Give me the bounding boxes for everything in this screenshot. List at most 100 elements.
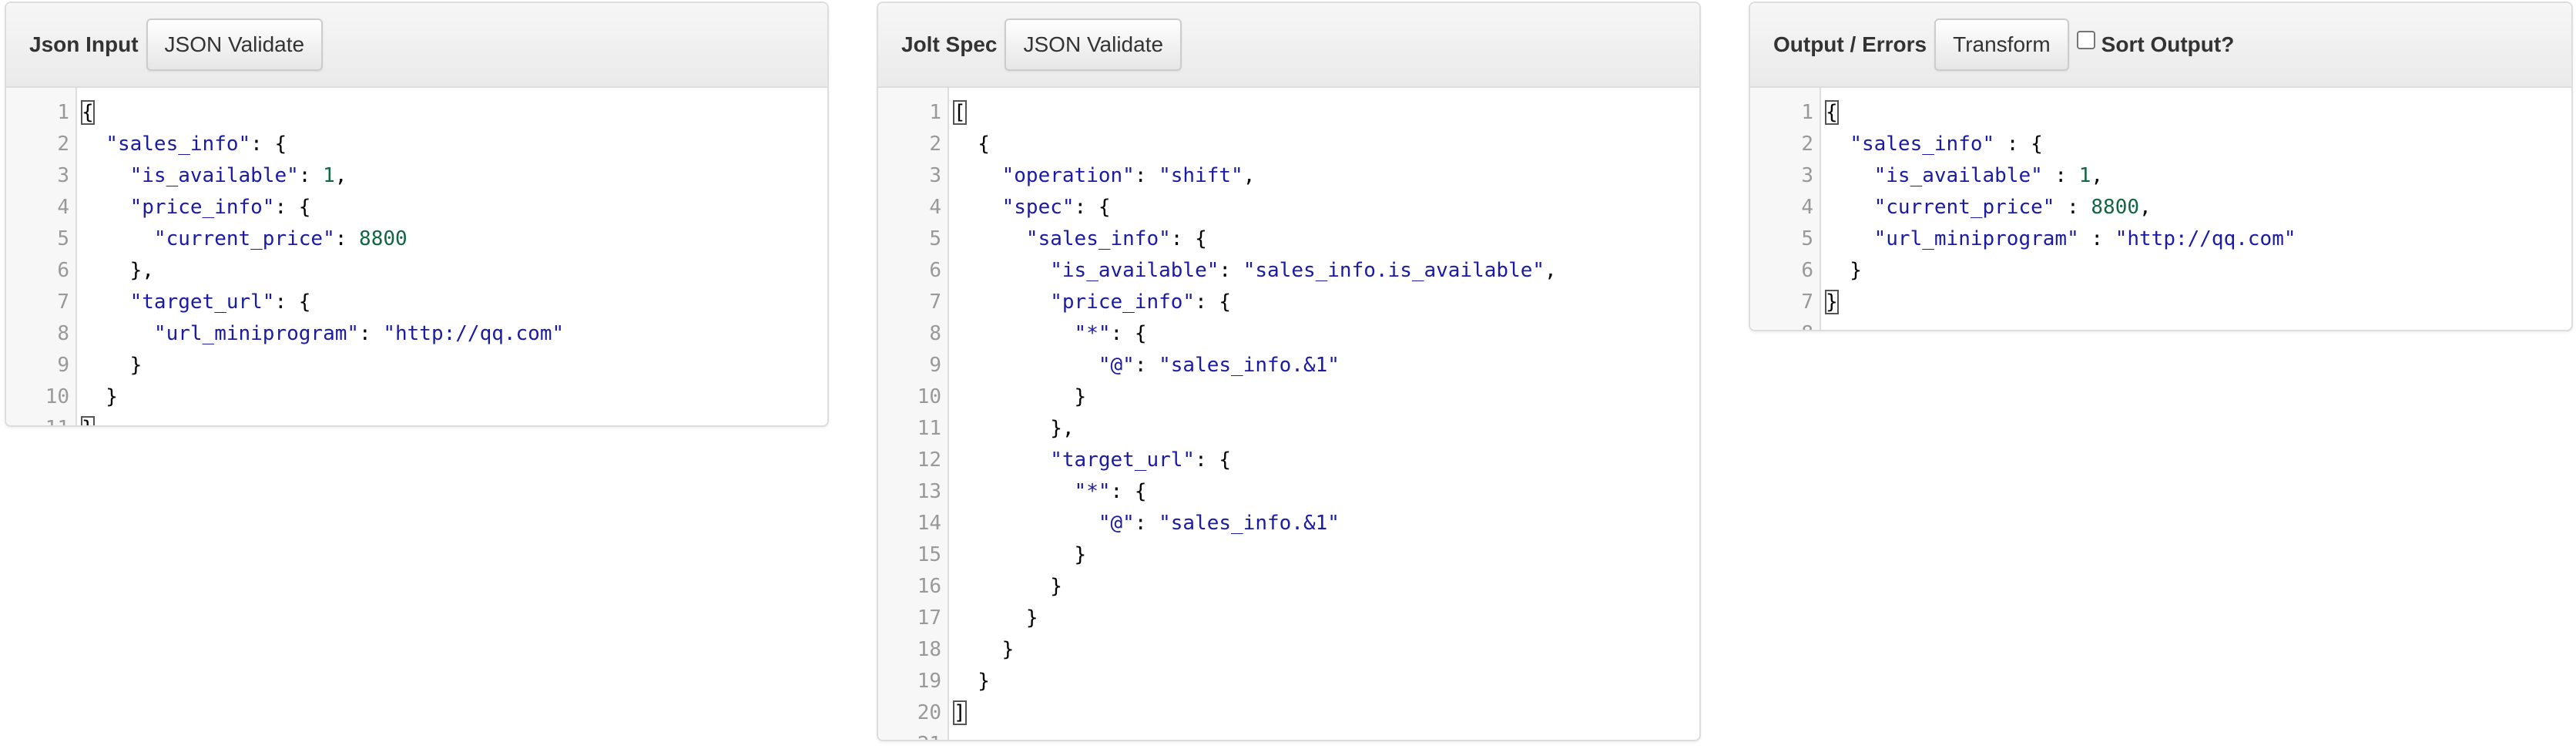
code-line[interactable]: } [81,413,827,425]
code-line[interactable]: } [954,381,1699,413]
text-token: : [298,164,324,187]
line-number: 7 [1801,291,1813,314]
line-number: 7 [929,291,941,314]
code-line[interactable]: "is_available": 1, [82,160,827,192]
text-token: } [954,385,1087,408]
transform-button[interactable]: Transform [1934,18,2069,71]
code-line[interactable]: "sales_info": { [82,129,827,160]
string-token: "sales_info" [106,133,251,156]
string-token: "*" [1074,322,1111,345]
text-token: , [1243,164,1256,187]
code-line[interactable]: [ [953,97,1699,129]
code-line[interactable]: } [954,666,1699,697]
json-input-editor[interactable]: 1234567891011 { "sales_info": { "is_avai… [6,88,827,425]
sort-output-toggle[interactable]: Sort Output? [2076,31,2235,57]
code-line[interactable]: "price_info": { [954,287,1699,318]
line-number: 13 [917,480,941,503]
line-number: 20 [917,701,941,724]
code-line[interactable]: "target_url": { [82,287,827,318]
text-token: , [2139,196,2152,219]
text-token: , [1545,259,1557,282]
code-line[interactable]: "*": { [954,318,1699,350]
code-line[interactable]: } [954,571,1699,603]
code-line[interactable]: } [954,603,1699,634]
line-number: 3 [1801,164,1813,187]
string-token: "sales_info.is_available" [1243,259,1545,282]
code-line[interactable]: } [1825,287,2571,318]
code-line[interactable]: } [82,350,827,381]
text-token: } [954,575,1062,598]
code-line[interactable]: { [954,129,1699,160]
line-number: 3 [57,164,69,187]
code-line[interactable]: }, [82,255,827,287]
string-token: "target_url" [129,291,275,314]
line-number: 8 [57,322,69,345]
code-line[interactable]: } [954,539,1699,571]
sort-output-checkbox[interactable] [2076,31,2095,49]
output-code[interactable]: { "sales_info" : { "is_available" : 1, "… [1821,88,2571,330]
output-header: Output / Errors Transform Sort Output? [1750,3,2571,88]
string-token: "operation" [1001,164,1135,187]
line-number: 2 [929,133,941,156]
string-token: "sales_info.&1" [1159,354,1340,377]
jolt-spec-header: Jolt Spec JSON Validate [878,3,1699,88]
line-number: 11 [6,413,75,425]
code-line[interactable]: }, [954,413,1699,445]
code-line[interactable]: } [954,634,1699,666]
text-token: : { [1195,448,1232,472]
code-line[interactable] [1826,318,2571,330]
line-number: 18 [917,638,941,661]
text-token: } [954,670,990,693]
code-line[interactable]: "price_info": { [82,192,827,223]
jolt-spec-validate-button[interactable]: JSON Validate [1005,18,1182,71]
line-number: 4 [929,196,941,219]
line-number: 5 [1801,227,1813,250]
code-line[interactable]: } [1826,255,2571,287]
json-input-title: Json Input [29,32,139,56]
number-token: 1 [323,164,335,187]
code-line[interactable]: "current_price": 8800 [82,223,827,255]
code-line[interactable]: "is_available" : 1, [1826,160,2571,192]
code-line[interactable]: "target_url": { [954,445,1699,476]
bracket-token: } [81,416,95,425]
code-line[interactable]: "operation": "shift", [954,160,1699,192]
jolt-spec-editor[interactable]: 123456789101112131415161718192021 [ { "o… [878,88,1699,740]
code-line[interactable]: ] [953,697,1699,729]
code-line[interactable]: "url_miniprogram": "http://qq.com" [82,318,827,350]
line-number: 1 [57,101,69,124]
code-line[interactable]: "current_price" : 8800, [1826,192,2571,223]
sort-output-label: Sort Output? [2101,32,2235,56]
code-line[interactable]: "spec": { [954,192,1699,223]
code-line[interactable]: "sales_info" : { [1826,129,2571,160]
code-line[interactable]: "@": "sales_info.&1" [954,350,1699,381]
code-line[interactable]: "*": { [954,476,1699,508]
line-number: 5 [57,227,69,250]
code-line[interactable]: "is_available": "sales_info.is_available… [954,255,1699,287]
string-token: "shift" [1159,164,1243,187]
string-token: "http://qq.com" [2115,227,2296,250]
line-number: 10 [917,385,941,408]
text-token: } [1826,259,1862,282]
json-input-code[interactable]: { "sales_info": { "is_available": 1, "pr… [77,88,827,425]
code-line[interactable]: { [1825,97,2571,129]
text-token: }, [954,417,1075,440]
code-line[interactable]: } [82,381,827,413]
json-input-validate-button[interactable]: JSON Validate [146,18,324,71]
code-line[interactable]: "sales_info": { [954,223,1699,255]
output-editor[interactable]: 1 2 3 4 5 6 7 8 { "sales_info" : { "is_availabl… [1750,88,2571,330]
code-line[interactable] [954,729,1699,740]
code-line[interactable]: "url_miniprogram" : "http://qq.com" [1826,223,2571,255]
code-line[interactable]: { [81,97,827,129]
code-line[interactable]: "@": "sales_info.&1" [954,508,1699,539]
jolt-spec-code[interactable]: [ { "operation": "shift", "spec": { "sal… [949,88,1699,740]
line-number: 10 [45,385,69,408]
